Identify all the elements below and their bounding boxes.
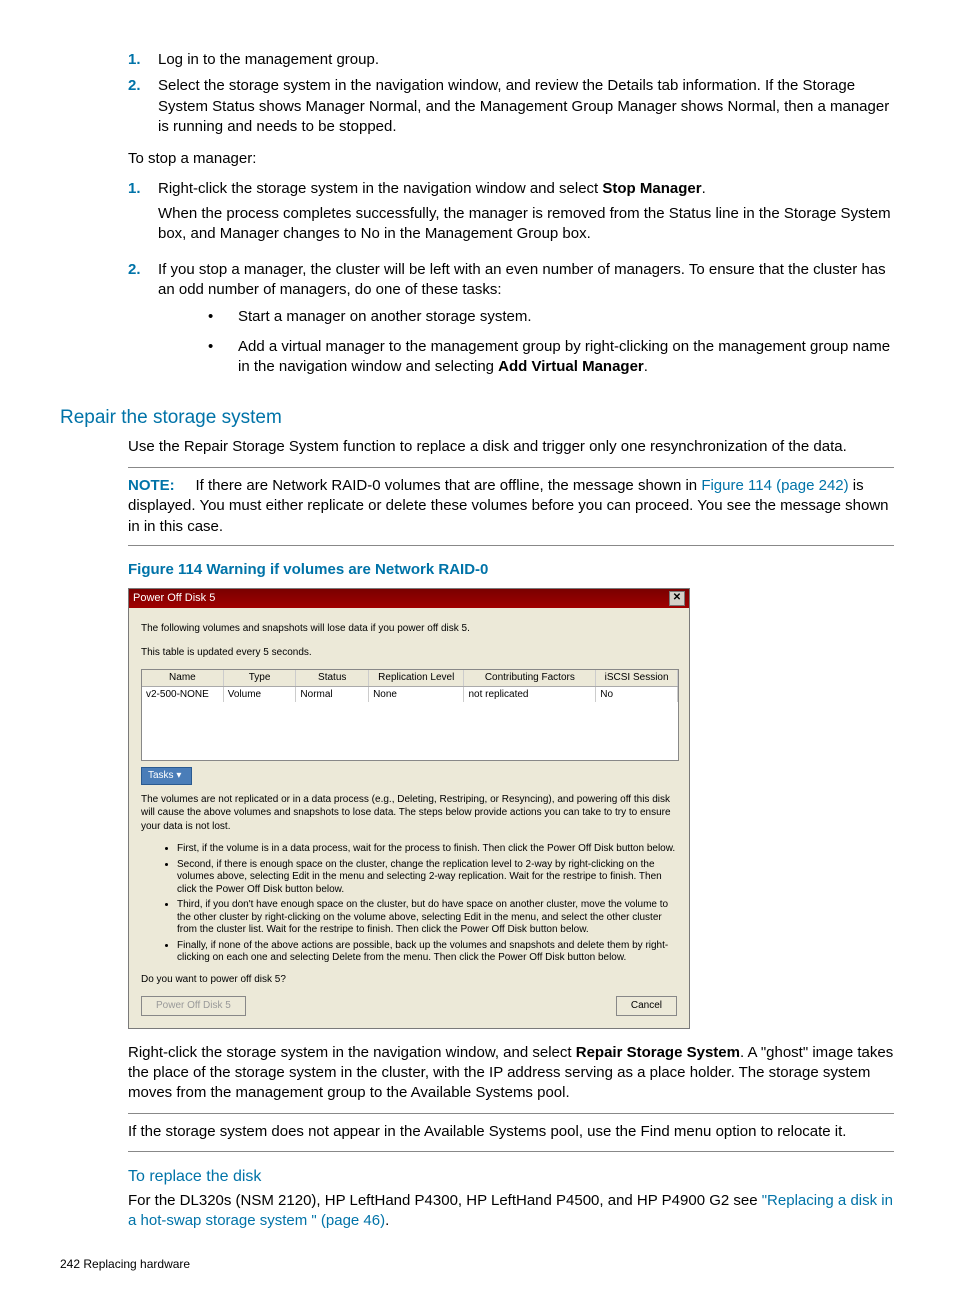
bullet-item: • Start a manager on another storage sys… [208, 307, 894, 327]
dialog-steps-list: First, if the volume is in a data proces… [177, 843, 677, 965]
bordered-paragraph: If the storage system does not appear in… [128, 1113, 894, 1151]
cell-iscsi: No [596, 687, 678, 703]
paragraph: For the DL320s (NSM 2120), HP LeftHand P… [128, 1191, 894, 1232]
paragraph: Right-click the storage system in the na… [128, 1043, 894, 1104]
list-number: 2. [128, 260, 158, 387]
heading-repair: Repair the storage system [60, 405, 894, 431]
dialog-button-row: Power Off Disk 5 Cancel [141, 996, 677, 1016]
col-replication: Replication Level [369, 670, 464, 686]
note-label: NOTE: [128, 477, 175, 494]
dialog-question: Do you want to power off disk 5? [141, 973, 677, 987]
heading-replace-disk: To replace the disk [128, 1166, 894, 1188]
table-header-row: Name Type Status Replication Level Contr… [142, 670, 678, 687]
cell-factors: not replicated [464, 687, 596, 703]
list-number: 1. [128, 50, 158, 70]
text: . [644, 358, 648, 375]
dialog-body: The following volumes and snapshots will… [129, 608, 689, 1028]
text: Right-click the storage system in the na… [128, 1044, 576, 1061]
bullet-icon: • [208, 337, 238, 378]
list-item: First, if the volume is in a data proces… [177, 843, 677, 856]
col-factors: Contributing Factors [464, 670, 596, 686]
bold-text: Repair Storage System [576, 1044, 740, 1061]
list-item: 2. If you stop a manager, the cluster wi… [128, 260, 894, 387]
paragraph: When the process completes successfully,… [158, 204, 894, 245]
col-status: Status [296, 670, 369, 686]
close-icon[interactable]: ✕ [669, 591, 685, 606]
list-text: Select the storage system in the navigat… [158, 76, 894, 137]
dialog-text: This table is updated every 5 seconds. [141, 646, 677, 660]
bold-text: Add Virtual Manager [498, 358, 644, 375]
list-number: 1. [128, 179, 158, 254]
table-row[interactable]: v2-500-NONE Volume Normal None not repli… [142, 687, 678, 703]
text: . [702, 180, 706, 197]
dialog-text: The volumes are not replicated or in a d… [141, 793, 677, 834]
bullet-text: Add a virtual manager to the management … [238, 337, 894, 378]
figure-caption: Figure 114 Warning if volumes are Networ… [128, 560, 894, 580]
dialog-text: The following volumes and snapshots will… [141, 622, 677, 636]
list-item: 1. Right-click the storage system in the… [128, 179, 894, 254]
ordered-list-1: 1. Log in to the management group. 2. Se… [128, 50, 894, 137]
figure-link[interactable]: Figure 114 (page 242) [701, 477, 848, 494]
list-number: 2. [128, 76, 158, 137]
tasks-dropdown-button[interactable]: Tasks ▾ [141, 767, 192, 785]
paragraph: Use the Repair Storage System function t… [128, 437, 894, 457]
bullet-list: • Start a manager on another storage sys… [208, 307, 894, 378]
note-block: NOTE: If there are Network RAID-0 volume… [128, 467, 894, 546]
list-text: Log in to the management group. [158, 50, 894, 70]
cell-replication: None [369, 687, 464, 703]
paragraph-stop-intro: To stop a manager: [128, 149, 894, 169]
text: If you stop a manager, the cluster will … [158, 261, 886, 298]
list-item: 2. Select the storage system in the navi… [128, 76, 894, 137]
page-footer: 242 Replacing hardware [60, 1256, 894, 1272]
volumes-table: Name Type Status Replication Level Contr… [141, 669, 679, 761]
bullet-item: • Add a virtual manager to the managemen… [208, 337, 894, 378]
bullet-text: Start a manager on another storage syste… [238, 307, 532, 327]
cancel-button[interactable]: Cancel [616, 996, 677, 1016]
col-name: Name [142, 670, 224, 686]
power-off-dialog: Power Off Disk 5 ✕ The following volumes… [128, 588, 690, 1029]
cell-type: Volume [224, 687, 297, 703]
cell-name: v2-500-NONE [142, 687, 224, 703]
list-text: If you stop a manager, the cluster will … [158, 260, 894, 387]
cell-status: Normal [296, 687, 369, 703]
col-iscsi: iSCSI Session [596, 670, 678, 686]
dialog-title: Power Off Disk 5 [133, 591, 215, 606]
col-type: Type [224, 670, 297, 686]
list-item: Second, if there is enough space on the … [177, 859, 677, 897]
note-text: If there are Network RAID-0 volumes that… [196, 477, 702, 494]
dialog-titlebar: Power Off Disk 5 ✕ [129, 589, 689, 608]
ordered-list-2: 1. Right-click the storage system in the… [128, 179, 894, 387]
text: . [385, 1212, 389, 1229]
bullet-icon: • [208, 307, 238, 327]
list-text: Right-click the storage system in the na… [158, 179, 894, 254]
bold-text: Stop Manager [602, 180, 701, 197]
text: Right-click the storage system in the na… [158, 180, 602, 197]
list-item: Finally, if none of the above actions ar… [177, 940, 677, 965]
list-item: 1. Log in to the management group. [128, 50, 894, 70]
power-off-button[interactable]: Power Off Disk 5 [141, 996, 246, 1016]
text: If the storage system does not appear in… [128, 1123, 846, 1140]
list-item: Third, if you don't have enough space on… [177, 899, 677, 937]
text: For the DL320s (NSM 2120), HP LeftHand P… [128, 1192, 762, 1209]
